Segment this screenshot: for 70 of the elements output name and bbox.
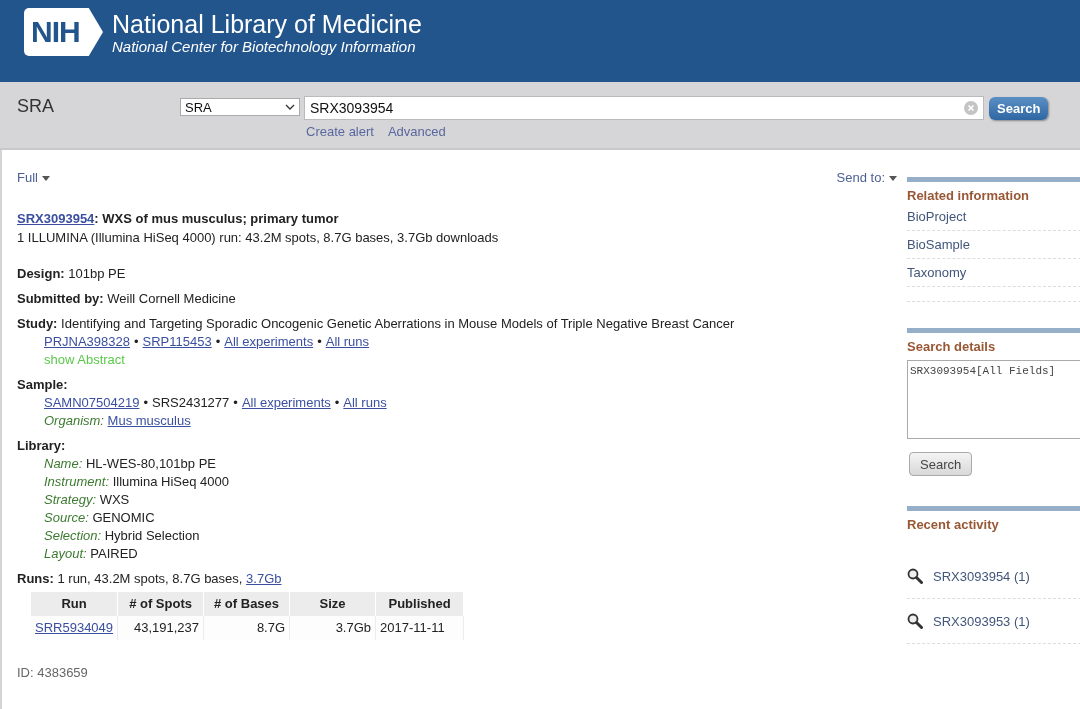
- column-header: # of Bases: [203, 592, 290, 616]
- field-text: Study: Identifying and Targeting Sporadic Oncogenic Genetic Aberrations in Mouse Models of Triple Negative Breast Cancer: [17, 315, 736, 333]
- database-label: SRA: [17, 96, 55, 118]
- related-link[interactable]: Taxonomy: [907, 265, 967, 280]
- record-link[interactable]: PRJNA398328: [44, 333, 130, 351]
- recent-search-link[interactable]: SRX3093953 (1): [933, 613, 1030, 629]
- bullet-separator: •: [317, 333, 322, 351]
- field-text: Design: 101bp PE: [17, 265, 127, 283]
- table-cell: 43,191,237: [117, 616, 204, 640]
- nih-logo[interactable]: NIH: [24, 8, 103, 56]
- search-link[interactable]: Create alert: [306, 124, 374, 139]
- field-value-link[interactable]: Mus musculus: [107, 413, 191, 428]
- record-link[interactable]: SAMN07504219: [44, 394, 140, 412]
- search-field[interactable]: SRX3093954: [304, 96, 984, 120]
- record-link[interactable]: All experiments: [241, 394, 331, 412]
- field-text: Submitted by: Weill Cornell Medicine: [17, 290, 237, 308]
- site-subtitle: National Center for Biotechnology Information: [112, 39, 417, 55]
- bullet-separator: •: [334, 394, 340, 412]
- accession-link[interactable]: SRX3093954: [17, 211, 95, 226]
- download-link[interactable]: 3.7Gb: [246, 571, 282, 586]
- search-link[interactable]: Advanced: [387, 124, 446, 139]
- database-select[interactable]: SRA: [180, 98, 300, 116]
- record-link[interactable]: SRP115453: [142, 333, 212, 351]
- caret-icon: [889, 175, 897, 181]
- record-id: ID: 4383659: [17, 664, 89, 682]
- record-link[interactable]: All runs: [325, 333, 370, 351]
- search-details-field[interactable]: SRX3093954[All Fields]: [907, 360, 1080, 439]
- format-dropdown[interactable]: Full: [17, 169, 50, 187]
- sidebar-heading: Search details: [907, 338, 997, 356]
- column-header: Published: [375, 592, 464, 616]
- caret-icon: [41, 175, 50, 181]
- field-text: Layout: PAIRED: [44, 545, 138, 563]
- record-title: SRX3093954: WXS of mus musculus; primary tumor: [17, 210, 340, 228]
- field-label: Library:: [17, 437, 67, 455]
- run-link[interactable]: SRR5934049: [35, 620, 114, 635]
- bullet-separator: •: [143, 394, 148, 412]
- field-label: Sample:: [17, 376, 69, 394]
- sidebar-heading: Recent activity: [907, 516, 1000, 534]
- chevron-down-icon: [285, 104, 295, 110]
- record-summary: 1 ILLUMINA (Illumina HiSeq 4000) run: 43.2M spots, 8.7G bases, 3.7Gb downloads: [17, 229, 500, 247]
- send-to-dropdown[interactable]: Send to:: [836, 169, 897, 187]
- search-button[interactable]: Search: [989, 97, 1049, 120]
- bullet-separator: •: [233, 394, 238, 412]
- record-link[interactable]: All runs: [343, 394, 387, 412]
- field-text: Instrument: Illumina HiSeq 4000: [44, 473, 229, 491]
- recent-search-link[interactable]: SRX3093954 (1): [933, 568, 1030, 584]
- search-icon: [907, 613, 923, 629]
- sidebar-heading: Related information: [907, 187, 1031, 205]
- search-icon: [907, 568, 923, 584]
- related-link[interactable]: BioSample: [907, 237, 970, 252]
- field-text: Name: HL-WES-80,101bp PE: [44, 455, 216, 473]
- table-cell: 8.7G: [203, 616, 290, 640]
- record-link[interactable]: All experiments: [224, 333, 314, 351]
- column-header: # of Spots: [117, 592, 204, 616]
- field-text: Selection: Hybrid Selection: [44, 527, 200, 545]
- site-title: National Library of Medicine: [112, 9, 422, 39]
- related-link[interactable]: BioProject: [907, 209, 967, 224]
- column-header: Size: [289, 592, 376, 616]
- bullet-separator: •: [215, 333, 221, 351]
- column-header: Run: [31, 592, 118, 616]
- field-text: Source: GENOMIC: [44, 509, 155, 527]
- field-text: Strategy: WXS: [44, 491, 130, 509]
- search-button[interactable]: Search: [909, 452, 973, 476]
- field-text: Organism: Mus musculus: [44, 412, 191, 430]
- bullet-separator: •: [134, 333, 139, 351]
- runs-summary: Runs: 1 run, 43.2M spots, 8.7G bases, 3.7Gb: [17, 570, 282, 588]
- table-cell: 2017-11-11: [375, 616, 464, 640]
- record-id-text: SRS2431277: [151, 394, 230, 412]
- clear-icon[interactable]: [964, 101, 978, 115]
- table-cell: 3.7Gb: [289, 616, 376, 640]
